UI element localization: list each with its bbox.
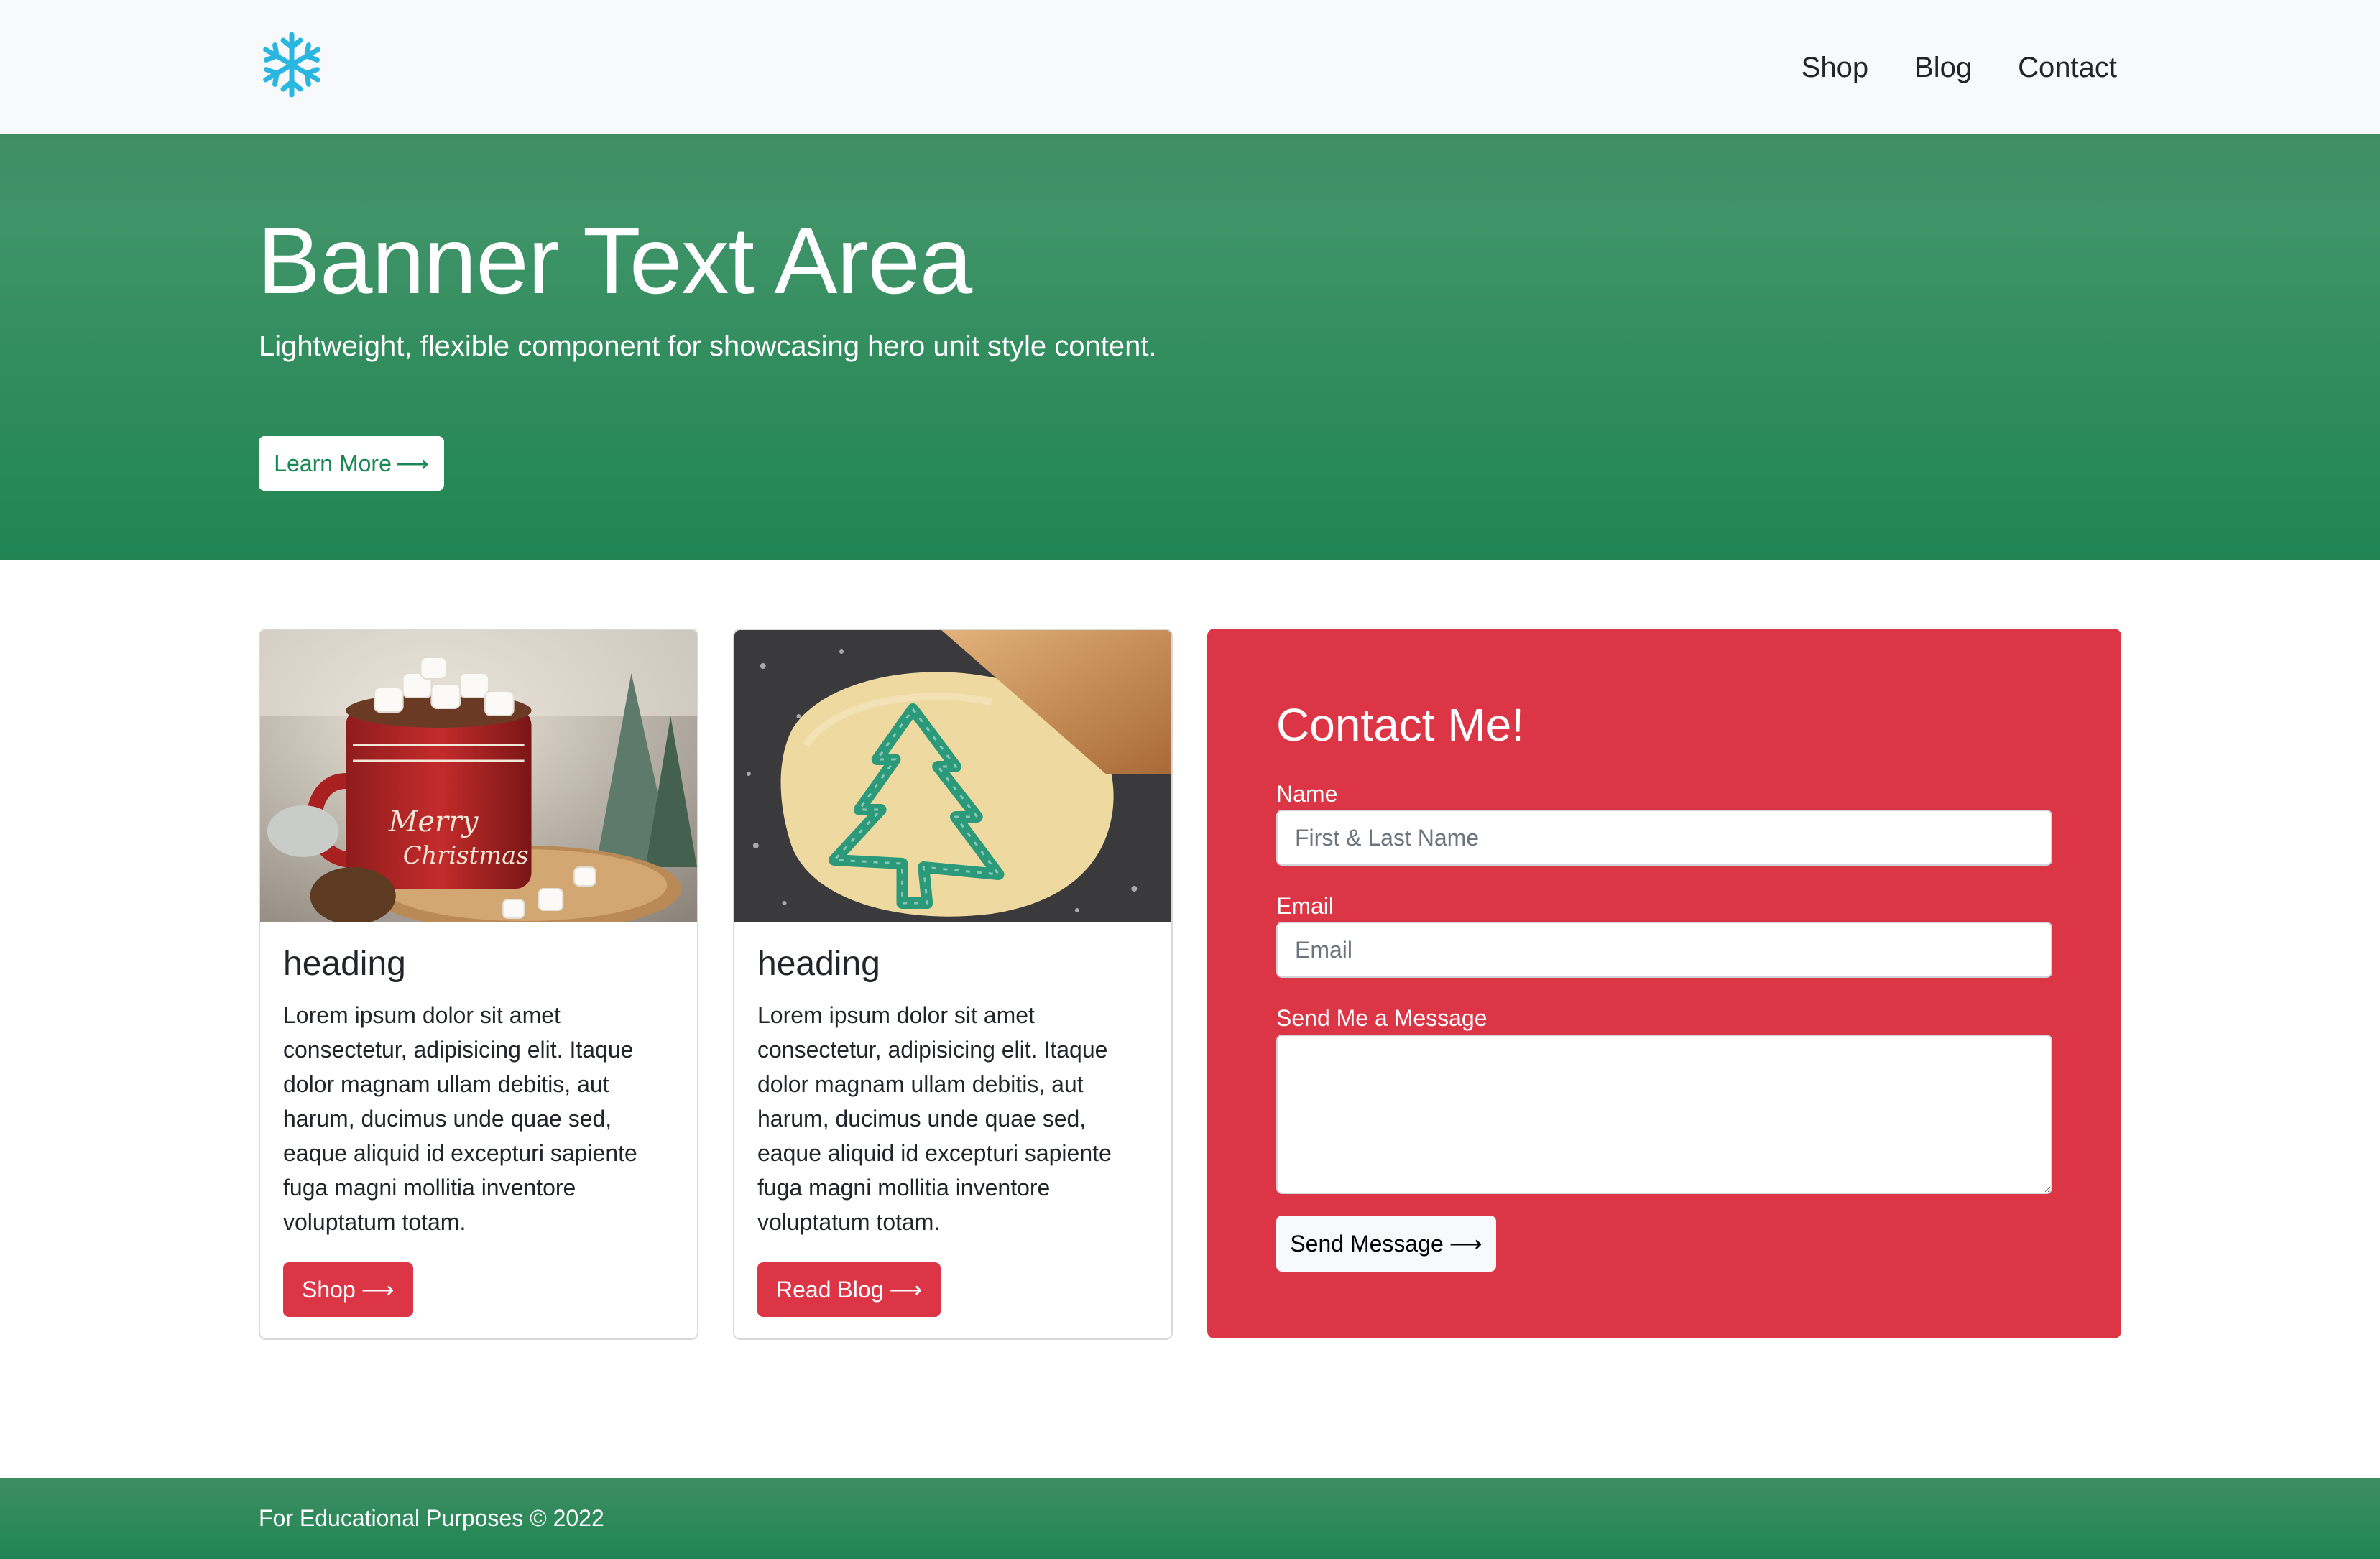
card-blog: heading Lorem ipsum dolor sit amet conse… <box>733 629 1173 1340</box>
arrow-right-icon: ⟶ <box>361 1277 395 1303</box>
navbar: Shop Blog Contact <box>0 0 2380 134</box>
email-label: Email <box>1276 893 1334 919</box>
email-field[interactable] <box>1276 922 2052 978</box>
card-text: Lorem ipsum dolor sit amet consectetur, … <box>757 1001 1112 1235</box>
arrow-right-icon: ⟶ <box>1449 1231 1482 1257</box>
contact-title: Contact Me! <box>1276 699 1525 751</box>
card-shop: Merry Christmas heading Lorem ipsum dolo… <box>259 629 698 1340</box>
contact-panel: Contact Me! Name Email Send Me a Message… <box>1207 629 2121 1338</box>
nav-link-shop[interactable]: Shop <box>1802 47 1868 88</box>
card-body: heading Lorem ipsum dolor sit amet conse… <box>260 922 697 1239</box>
arrow-right-icon: ⟶ <box>395 450 429 476</box>
learn-more-button[interactable]: Learn More ⟶ <box>259 436 444 491</box>
shop-button-label: Shop <box>302 1276 356 1303</box>
read-blog-button[interactable]: Read Blog ⟶ <box>757 1262 941 1317</box>
arrow-right-icon: ⟶ <box>889 1277 923 1303</box>
send-message-button[interactable]: Send Message ⟶ <box>1276 1216 1496 1272</box>
hot-cocoa-mug-image: Merry Christmas <box>260 630 697 922</box>
message-textarea[interactable] <box>1276 1035 2052 1194</box>
card-body: heading Lorem ipsum dolor sit amet conse… <box>734 922 1171 1239</box>
hero-subtitle: Lightweight, flexible component for show… <box>259 330 1157 362</box>
read-blog-button-label: Read Blog <box>776 1276 884 1303</box>
snowflake-icon <box>263 32 320 98</box>
svg-text:Christmas: Christmas <box>403 841 529 869</box>
send-message-label: Send Message <box>1290 1230 1444 1257</box>
learn-more-label: Learn More <box>274 450 392 476</box>
card-text: Lorem ipsum dolor sit amet consectetur, … <box>283 1001 637 1235</box>
hero-title: Banner Text Area <box>257 208 972 313</box>
name-label: Name <box>1276 781 1338 807</box>
svg-text:Merry: Merry <box>388 805 479 838</box>
footer: For Educational Purposes © 2022 <box>0 1478 2380 1559</box>
brand-link[interactable] <box>259 29 325 101</box>
name-field[interactable] <box>1276 810 2052 866</box>
card-heading: heading <box>757 945 880 983</box>
nav-links: Shop Blog Contact <box>1802 47 2117 88</box>
nav-link-contact[interactable]: Contact <box>2018 47 2117 88</box>
nav-link-blog[interactable]: Blog <box>1914 47 1972 88</box>
hero-banner: Banner Text Area Lightweight, flexible c… <box>0 134 2380 560</box>
footer-text: For Educational Purposes © 2022 <box>259 1505 604 1531</box>
cookie-cutter-image <box>734 630 1171 922</box>
card-heading: heading <box>283 945 406 983</box>
shop-button[interactable]: Shop ⟶ <box>283 1262 413 1317</box>
message-label: Send Me a Message <box>1276 1005 1488 1031</box>
